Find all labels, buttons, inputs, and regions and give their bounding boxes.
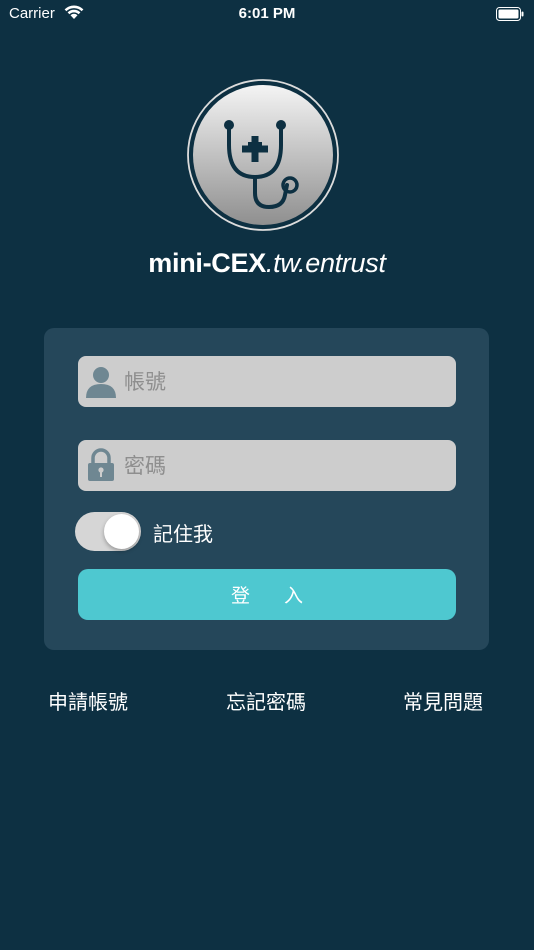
account-input[interactable] [124, 356, 444, 407]
footer-links: 申請帳號 忘記密碼 常見問題 [0, 686, 534, 716]
remember-me-toggle[interactable] [75, 512, 141, 551]
login-button[interactable]: 登入 [78, 569, 456, 620]
faq-link[interactable]: 常見問題 [403, 686, 483, 715]
status-bar: Carrier 6:01 PM [0, 0, 534, 28]
forgot-password-link[interactable]: 忘記密碼 [226, 686, 306, 715]
user-icon [86, 367, 116, 398]
password-input[interactable] [124, 440, 444, 491]
lock-icon [88, 448, 114, 481]
login-card: 記住我 登入 [44, 328, 489, 650]
app-title: mini-CEX.tw.entrust [0, 248, 534, 279]
apply-account-link[interactable]: 申請帳號 [48, 686, 128, 715]
password-field[interactable] [78, 440, 456, 491]
battery-icon [496, 7, 524, 21]
stethoscope-logo-icon [187, 79, 339, 231]
app-title-brand: mini-CEX [148, 248, 266, 278]
remember-me-label: 記住我 [153, 522, 213, 546]
toggle-knob [104, 514, 139, 549]
app-title-suffix: .tw.entrust [265, 248, 386, 278]
clock-time: 6:01 PM [238, 5, 296, 22]
account-field[interactable] [78, 356, 456, 407]
